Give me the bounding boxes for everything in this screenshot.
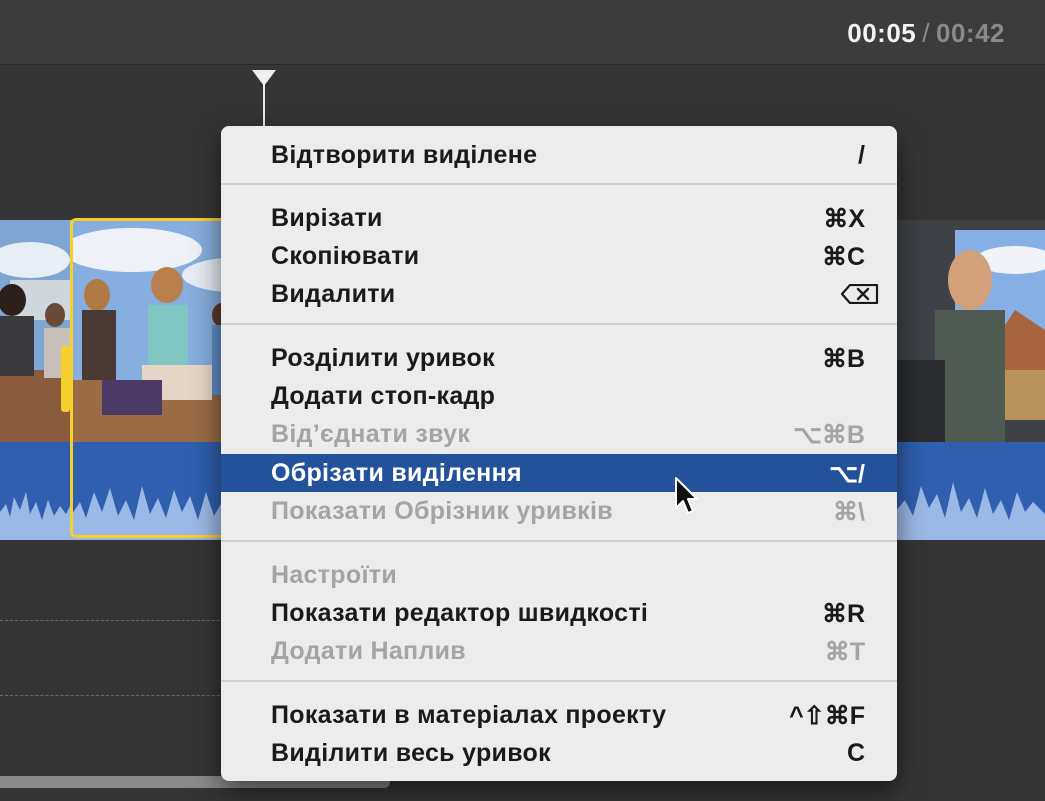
timeline-divider — [0, 695, 230, 696]
menu-item-label: Вирізати — [271, 204, 383, 232]
menu-item-show-clip-trimmer: Показати Обрізник уривків ⌘\ — [221, 492, 897, 530]
menu-item-shortcut: ⌘X — [823, 205, 865, 233]
toolbar: 00:05/00:42 — [0, 0, 1045, 65]
timecode-total: 00:42 — [936, 18, 1005, 48]
menu-item-shortcut: ⌘T — [824, 638, 865, 666]
menu-item-cut[interactable]: Вирізати ⌘X — [221, 199, 897, 237]
audio-waveform — [0, 442, 72, 540]
menu-item-label: Обрізати виділення — [271, 459, 522, 487]
audio-waveform — [895, 442, 1045, 540]
menu-item-shortcut: ⌥⌘B — [793, 421, 865, 449]
menu-item-label: Показати редактор швидкості — [271, 599, 649, 627]
trim-handle[interactable] — [61, 346, 70, 412]
menu-item-shortcut: C — [846, 739, 865, 767]
menu-item-add-freeze-frame[interactable]: Додати стоп-кадр — [221, 377, 897, 415]
menu-separator — [221, 183, 897, 185]
menu-item-shortcut: ⌘B — [821, 345, 865, 373]
menu-item-shortcut: ⌘R — [821, 600, 865, 628]
menu-item-label: Додати стоп-кадр — [271, 382, 496, 410]
timecode-display: 00:05/00:42 — [847, 18, 1005, 49]
menu-item-add-cross-dissolve: Додати Наплив ⌘T — [221, 632, 897, 670]
menu-item-shortcut: / — [858, 141, 865, 169]
menu-item-detach-audio: Від’єднати звук ⌥⌘B — [221, 415, 897, 453]
clip-thumbnail — [895, 220, 1045, 442]
clip-selection-border — [70, 218, 222, 538]
menu-item-label: Розділити уривок — [271, 344, 495, 372]
menu-item-adjust: Настроїти — [221, 556, 897, 594]
timecode-separator: / — [922, 18, 930, 48]
menu-item-shortcut: ⌥/ — [829, 460, 865, 488]
menu-separator — [221, 680, 897, 682]
menu-item-play-selection[interactable]: Відтворити виділене / — [221, 136, 897, 174]
menu-item-shortcut: ^⇧⌘F — [789, 702, 865, 730]
menu-item-reveal-in-project-media[interactable]: Показати в матеріалах проекту ^⇧⌘F — [221, 696, 897, 734]
menu-item-label: Відтворити виділене — [271, 141, 538, 169]
menu-separator — [221, 540, 897, 542]
mouse-pointer-icon — [675, 477, 698, 514]
context-menu: Відтворити виділене / Вирізати ⌘X Скопію… — [221, 126, 897, 781]
menu-item-label: Виділити весь уривок — [271, 739, 551, 767]
menu-separator — [221, 323, 897, 325]
video-clip-next[interactable] — [895, 220, 1045, 540]
menu-item-label: Показати в матеріалах проекту — [271, 701, 667, 729]
menu-item-select-entire-clip[interactable]: Виділити весь уривок C — [221, 734, 897, 772]
timeline-divider — [0, 620, 230, 621]
menu-item-delete[interactable]: Видалити — [221, 275, 897, 313]
menu-item-label: Скопіювати — [271, 242, 420, 270]
menu-item-split-clip[interactable]: Розділити уривок ⌘B — [221, 339, 897, 377]
menu-item-show-speed-editor[interactable]: Показати редактор швидкості ⌘R — [221, 594, 897, 632]
delete-key-icon — [841, 284, 879, 304]
menu-item-label: Показати Обрізник уривків — [271, 497, 613, 525]
menu-item-trim-to-selection[interactable]: Обрізати виділення ⌥/ — [221, 454, 897, 492]
menu-item-copy[interactable]: Скопіювати ⌘C — [221, 237, 897, 275]
timecode-current: 00:05 — [847, 18, 917, 48]
menu-item-shortcut: ⌘\ — [833, 498, 865, 526]
menu-item-label: Видалити — [271, 280, 396, 308]
menu-item-label: Від’єднати звук — [271, 420, 471, 448]
menu-item-shortcut: ⌘C — [821, 243, 865, 271]
menu-item-label: Настроїти — [271, 561, 397, 589]
menu-item-label: Додати Наплив — [271, 637, 466, 665]
